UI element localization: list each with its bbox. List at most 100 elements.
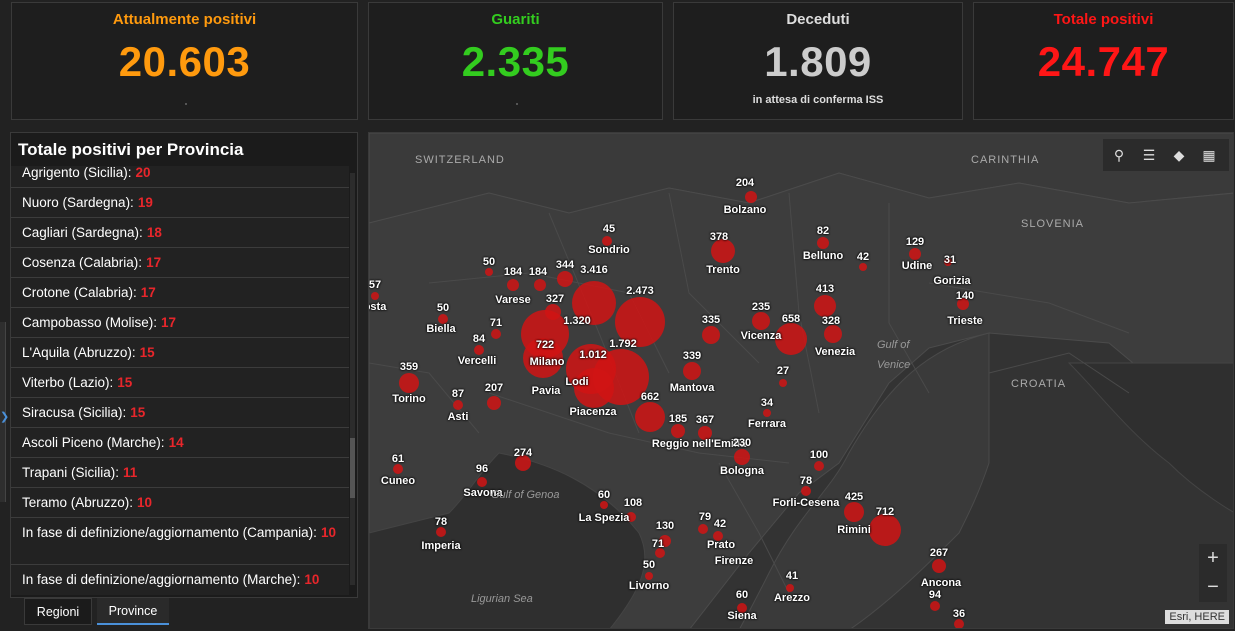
list-scrollbar[interactable]	[350, 173, 355, 585]
case-marker[interactable]	[859, 263, 867, 271]
province-label: In fase di definizione/aggiornamento (Ma…	[22, 572, 301, 587]
list-item[interactable]: Crotone (Calabria): 17	[11, 278, 349, 308]
list-item[interactable]: L'Aquila (Abruzzo): 15	[11, 338, 349, 368]
list-item[interactable]: Siracusa (Sicilia): 15	[11, 398, 349, 428]
case-marker[interactable]	[371, 292, 379, 300]
zoom-control: + −	[1199, 544, 1227, 602]
zoom-out-button[interactable]: −	[1199, 573, 1227, 602]
marker-value-label: 42	[856, 251, 870, 263]
list-item[interactable]: Teramo (Abruzzo): 10	[11, 488, 349, 518]
case-marker[interactable]	[844, 502, 864, 522]
case-marker[interactable]	[786, 584, 794, 592]
case-marker[interactable]	[930, 601, 940, 611]
list-item[interactable]: In fase di definizione/aggiornamento (Ma…	[11, 565, 349, 595]
tab-regioni[interactable]: Regioni	[24, 598, 92, 625]
case-marker[interactable]	[869, 514, 901, 546]
case-marker[interactable]	[477, 477, 487, 487]
marker-value-label: 367	[695, 414, 715, 426]
layers-icon[interactable]: ◆	[1169, 145, 1189, 165]
case-marker[interactable]	[814, 295, 836, 317]
case-marker[interactable]	[474, 345, 484, 355]
list-item[interactable]: In fase di definizione/aggiornamento (Ca…	[11, 518, 349, 565]
province-value: 17	[161, 315, 177, 330]
province-list[interactable]: Agrigento (Sicilia): 20 Nuoro (Sardegna): 1…	[11, 166, 349, 595]
case-marker[interactable]	[534, 279, 546, 291]
marker-value-label: 1.012	[579, 349, 607, 361]
marker-value-label: 184	[503, 266, 523, 278]
list-item[interactable]: Ascoli Piceno (Marche): 14	[11, 428, 349, 458]
card-value: 2.335	[461, 38, 570, 85]
province-name-label: Cuneo	[380, 475, 416, 487]
case-marker[interactable]	[635, 402, 665, 432]
case-marker[interactable]	[645, 572, 653, 580]
case-marker[interactable]	[574, 368, 614, 408]
case-marker[interactable]	[393, 464, 403, 474]
marker-value-label: 50	[436, 302, 450, 314]
zoom-in-button[interactable]: +	[1199, 544, 1227, 573]
marker-value-label: 129	[905, 236, 925, 248]
marker-value-label: 60	[597, 489, 611, 501]
province-name-label: Siena	[727, 610, 757, 622]
list-item[interactable]: Cosenza (Calabria): 17	[11, 248, 349, 278]
case-marker[interactable]	[814, 461, 824, 471]
case-marker[interactable]	[683, 362, 701, 380]
case-marker[interactable]	[487, 396, 501, 410]
marker-value-label: 50	[482, 256, 496, 268]
card-guariti: Guariti 2.335	[368, 2, 663, 120]
province-name-label: Biella	[426, 323, 456, 335]
marker-value-label: 140	[955, 290, 975, 302]
case-marker[interactable]	[932, 559, 946, 573]
marker-value-label: 96	[475, 463, 489, 475]
case-marker[interactable]	[779, 379, 787, 387]
list-item[interactable]: Cagliari (Sardegna): 18	[11, 218, 349, 248]
province-label: In fase di definizione/aggiornamento (Ca…	[22, 525, 317, 540]
case-marker[interactable]	[745, 191, 757, 203]
marker-value-label: 184	[528, 266, 548, 278]
list-item[interactable]: Nuoro (Sardegna): 19	[11, 188, 349, 218]
case-marker[interactable]	[954, 619, 964, 629]
province-label: L'Aquila (Abruzzo):	[22, 345, 136, 360]
case-marker[interactable]	[698, 524, 708, 534]
case-marker[interactable]	[801, 486, 811, 496]
case-marker[interactable]	[453, 400, 463, 410]
marker-value-label: 130	[655, 520, 675, 532]
tab-province[interactable]: Province	[97, 598, 169, 625]
list-item[interactable]: Trapani (Sicilia): 11	[11, 458, 349, 488]
marker-value-label: 82	[816, 225, 830, 237]
case-marker[interactable]	[557, 271, 573, 287]
case-marker[interactable]	[763, 409, 771, 417]
marker-value-label: 339	[682, 350, 702, 362]
case-marker[interactable]	[817, 237, 829, 249]
case-marker[interactable]	[671, 424, 685, 438]
marker-value-label: 359	[399, 361, 419, 373]
expand-arrow-icon[interactable]: ❯	[0, 410, 9, 423]
legend-list-icon[interactable]: ☰	[1139, 145, 1159, 165]
list-item[interactable]: Agrigento (Sicilia): 20	[11, 166, 349, 188]
search-icon[interactable]: ⚲	[1109, 145, 1129, 165]
scrollbar-thumb[interactable]	[350, 438, 355, 498]
list-item[interactable]: Campobasso (Molise): 17	[11, 308, 349, 338]
case-marker[interactable]	[752, 312, 770, 330]
case-marker[interactable]	[702, 326, 720, 344]
case-marker[interactable]	[491, 329, 501, 339]
marker-value-label: 712	[875, 506, 895, 518]
basemap-gallery-icon[interactable]: ▦	[1199, 145, 1219, 165]
case-marker[interactable]	[824, 325, 842, 343]
case-marker[interactable]	[399, 373, 419, 393]
case-marker[interactable]	[600, 501, 608, 509]
case-marker[interactable]	[485, 268, 493, 276]
sea-label: Gulf of	[877, 339, 910, 351]
list-item[interactable]: Viterbo (Lazio): 15	[11, 368, 349, 398]
province-name-label: Pavia	[531, 385, 561, 397]
case-marker[interactable]	[734, 449, 750, 465]
case-marker[interactable]	[507, 279, 519, 291]
case-marker[interactable]	[909, 248, 921, 260]
marker-value-label: 100	[809, 449, 829, 461]
province-name-label: Belluno	[802, 250, 844, 262]
province-name-label: Vicenza	[740, 330, 782, 342]
marker-value-label: 31	[943, 254, 957, 266]
province-value: 11	[123, 465, 138, 480]
sea-label: Gulf of Genoa	[491, 489, 560, 501]
case-marker[interactable]	[436, 527, 446, 537]
map-view[interactable]: 204 Bolzano 45 Sondrio 378 Trento 82 Belluno 42 1…	[368, 132, 1234, 629]
